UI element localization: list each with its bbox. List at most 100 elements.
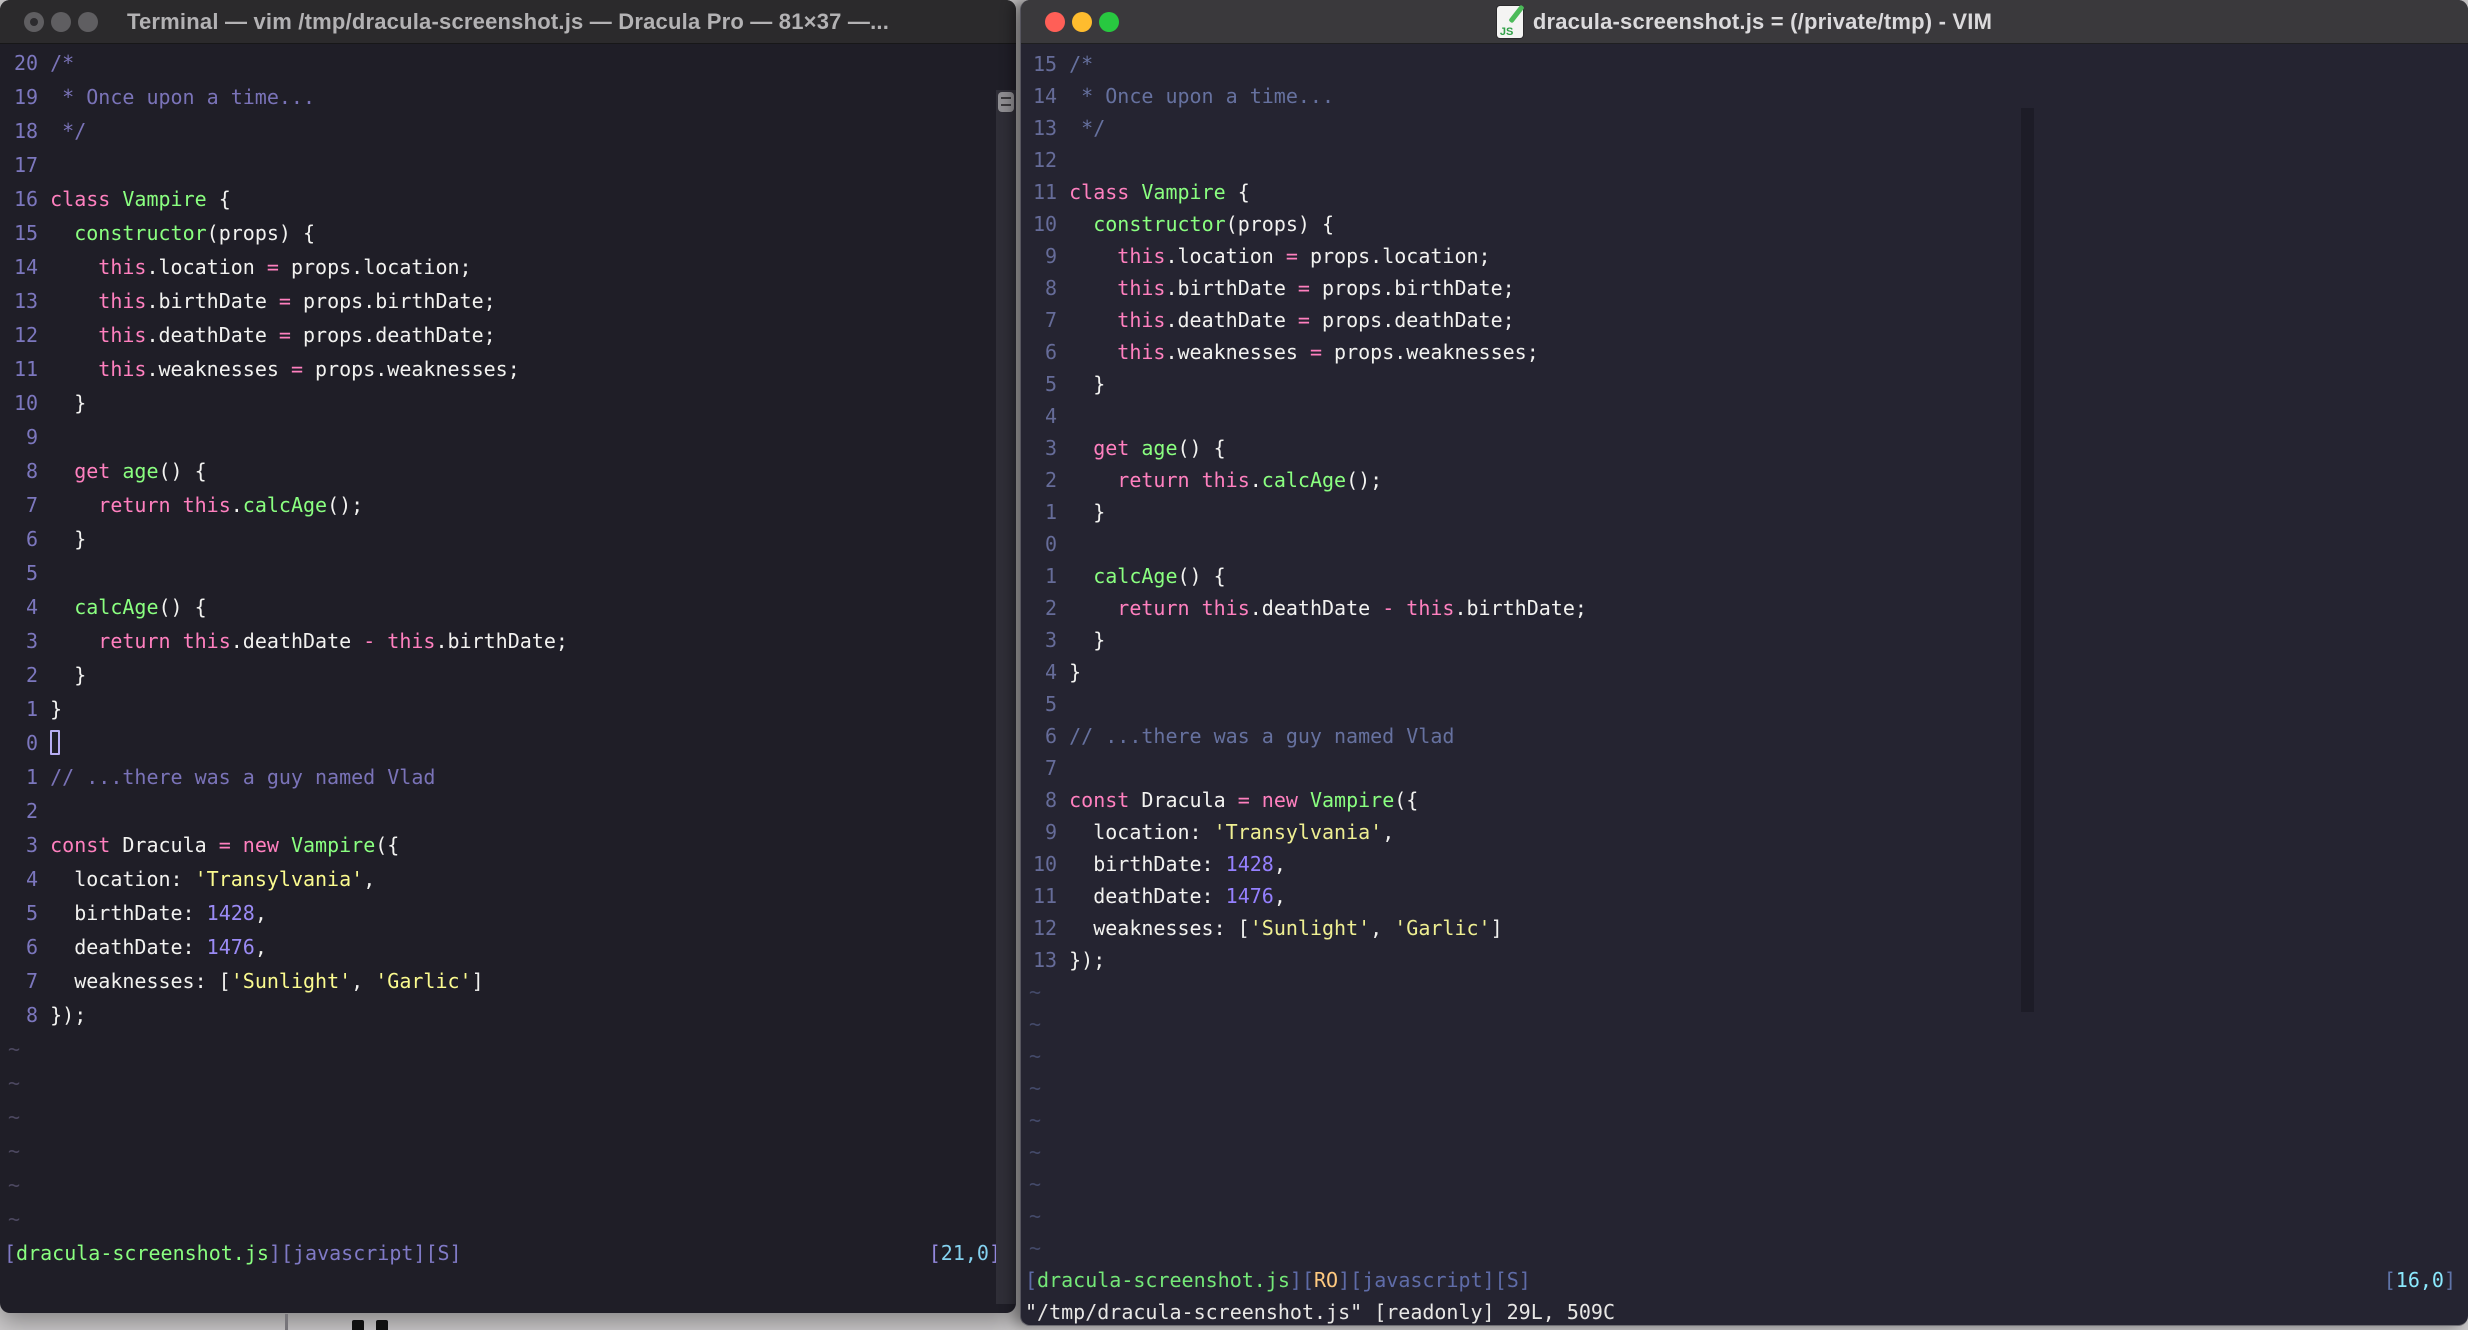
code-line[interactable]: 14 this.location = props.location; bbox=[0, 250, 1016, 284]
token: ] bbox=[1490, 916, 1503, 940]
code-line[interactable]: 13}); bbox=[1021, 944, 2468, 976]
code-line[interactable]: 6 this.weaknesses = props.weaknesses; bbox=[1021, 336, 2468, 368]
code-line[interactable]: 15 /* bbox=[1021, 48, 2468, 80]
code-line[interactable]: 2 return this.calcAge(); bbox=[1021, 464, 2468, 496]
code-line[interactable]: 6 } bbox=[0, 522, 1016, 556]
statusline-spacer bbox=[462, 1236, 929, 1270]
code-line[interactable]: 11 this.weaknesses = props.weaknesses; bbox=[0, 352, 1016, 386]
token: .birthDate bbox=[146, 289, 279, 313]
macvim-titlebar[interactable]: JS dracula-screenshot.js = (/private/tmp… bbox=[1021, 0, 2468, 44]
code-line[interactable]: 9 bbox=[0, 420, 1016, 454]
token: weaknesses: [ bbox=[1069, 916, 1250, 940]
token: birthDate: bbox=[50, 901, 207, 925]
code-line[interactable]: 15 constructor(props) { bbox=[0, 216, 1016, 250]
code-line[interactable]: 13 */ bbox=[1021, 112, 2468, 144]
code-line[interactable]: 4} bbox=[1021, 656, 2468, 688]
code-line[interactable]: 17 bbox=[0, 148, 1016, 182]
code-line[interactable]: 0 bbox=[0, 726, 1016, 760]
code-area[interactable]: 20/* 19 * Once upon a time... 18 */17 16 cla… bbox=[0, 46, 1016, 1236]
terminal-vim-buffer[interactable]: 20/* 19 * Once upon a time... 18 */17 16 cla… bbox=[0, 44, 1016, 1304]
code-line[interactable]: 10 constructor(props) { bbox=[1021, 208, 2468, 240]
code-line[interactable]: 5 birthDate: 1428, bbox=[0, 896, 1016, 930]
code-line[interactable]: 8 get age() { bbox=[0, 454, 1016, 488]
code-line[interactable]: 14 * Once upon a time... bbox=[1021, 80, 2468, 112]
token: Dracula bbox=[110, 833, 219, 857]
code-line[interactable]: 4 location: 'Transylvania', bbox=[0, 862, 1016, 896]
code-line[interactable]: 4 bbox=[1021, 400, 2468, 432]
line-number: 20 bbox=[14, 51, 39, 75]
code-line[interactable]: 10 birthDate: 1428, bbox=[1021, 848, 2468, 880]
minimize-button[interactable] bbox=[1072, 12, 1092, 32]
terminal-titlebar[interactable]: Terminal — vim /tmp/dracula-screenshot.j… bbox=[0, 0, 1016, 44]
close-button[interactable] bbox=[1045, 12, 1065, 32]
code-line[interactable]: 5 bbox=[0, 556, 1016, 590]
token: this bbox=[98, 255, 147, 279]
terminal-scrollbar[interactable] bbox=[996, 90, 1016, 1304]
code-line[interactable]: 9 this.location = props.location; bbox=[1021, 240, 2468, 272]
token: location: bbox=[1069, 820, 1214, 844]
code-line[interactable]: 9 location: 'Transylvania', bbox=[1021, 816, 2468, 848]
code-line[interactable]: 11 class Vampire { bbox=[1021, 176, 2468, 208]
code-area[interactable]: 15/* 14 * Once upon a time... 13 */12 11 cla… bbox=[1021, 48, 2468, 1264]
code-line[interactable]: 3 const Dracula = new Vampire({ bbox=[0, 828, 1016, 862]
code-line[interactable]: 18 */ bbox=[0, 114, 1016, 148]
line-number: 10 bbox=[1033, 852, 1058, 876]
code-line[interactable]: 13 this.birthDate = props.birthDate; bbox=[0, 284, 1016, 318]
code-line[interactable]: 6 // ...there was a guy named Vlad bbox=[1021, 720, 2468, 752]
code-line[interactable]: 7 this.deathDate = props.deathDate; bbox=[1021, 304, 2468, 336]
code-line[interactable]: 12 bbox=[1021, 144, 2468, 176]
macvim-scrollbar-track[interactable] bbox=[2021, 108, 2034, 1012]
code-line[interactable]: 7 weaknesses: ['Sunlight', 'Garlic'] bbox=[0, 964, 1016, 998]
macvim-buffer[interactable]: 15/* 14 * Once upon a time... 13 */12 11 cla… bbox=[1021, 44, 2468, 1325]
code-line[interactable]: 3 get age() { bbox=[1021, 432, 2468, 464]
code-line[interactable]: 5 } bbox=[1021, 368, 2468, 400]
code-line[interactable]: 1} bbox=[0, 692, 1016, 726]
code-line[interactable]: 10 } bbox=[0, 386, 1016, 420]
empty-buffer-line: ~ bbox=[8, 1105, 21, 1129]
code-line[interactable]: 6 deathDate: 1476, bbox=[0, 930, 1016, 964]
code-line[interactable]: 0 bbox=[1021, 528, 2468, 560]
code-line[interactable]: 8 const Dracula = new Vampire({ bbox=[1021, 784, 2468, 816]
code-line[interactable]: 11 deathDate: 1476, bbox=[1021, 880, 2468, 912]
code-line[interactable]: 3 return this.deathDate - this.birthDate… bbox=[0, 624, 1016, 658]
zoom-button[interactable] bbox=[1099, 12, 1119, 32]
close-button[interactable] bbox=[24, 12, 44, 32]
code-line[interactable]: 8 this.birthDate = props.birthDate; bbox=[1021, 272, 2468, 304]
code-line[interactable]: 1 } bbox=[1021, 496, 2468, 528]
token: } bbox=[50, 391, 87, 415]
zoom-button[interactable] bbox=[78, 12, 98, 32]
code-line[interactable]: 19 * Once upon a time... bbox=[0, 80, 1016, 114]
code-line[interactable]: 12 weaknesses: ['Sunlight', 'Garlic'] bbox=[1021, 912, 2468, 944]
code-line[interactable]: 3 } bbox=[1021, 624, 2468, 656]
code-line[interactable]: 2 } bbox=[0, 658, 1016, 692]
pencil-icon bbox=[1508, 4, 1525, 23]
code-line[interactable]: 20 /* bbox=[0, 46, 1016, 80]
token: this bbox=[182, 493, 231, 517]
token: , bbox=[1370, 916, 1395, 940]
code-line[interactable]: 5 bbox=[1021, 688, 2468, 720]
line-number: 8 bbox=[1045, 788, 1058, 812]
minimize-button[interactable] bbox=[51, 12, 71, 32]
code-line[interactable]: 8}); bbox=[0, 998, 1016, 1032]
code-line[interactable]: 2 bbox=[0, 794, 1016, 828]
code-line[interactable]: 16 class Vampire { bbox=[0, 182, 1016, 216]
token: () { bbox=[158, 459, 207, 483]
line-number: 1 bbox=[1045, 500, 1058, 524]
token: this bbox=[387, 629, 436, 653]
code-line[interactable]: 12 this.deathDate = props.deathDate; bbox=[0, 318, 1016, 352]
token: , bbox=[351, 969, 376, 993]
code-line[interactable]: 2 return this.deathDate - this.birthDate… bbox=[1021, 592, 2468, 624]
code-line[interactable]: 7 bbox=[1021, 752, 2468, 784]
code-line[interactable]: 1 calcAge() { bbox=[1021, 560, 2468, 592]
code-line[interactable]: 7 return this.calcAge(); bbox=[0, 488, 1016, 522]
code-line[interactable]: 4 calcAge() { bbox=[0, 590, 1016, 624]
split-pane-button[interactable] bbox=[998, 92, 1014, 112]
line-number: 7 bbox=[26, 969, 39, 993]
code-line[interactable]: 1 // ...there was a guy named Vlad bbox=[0, 760, 1016, 794]
